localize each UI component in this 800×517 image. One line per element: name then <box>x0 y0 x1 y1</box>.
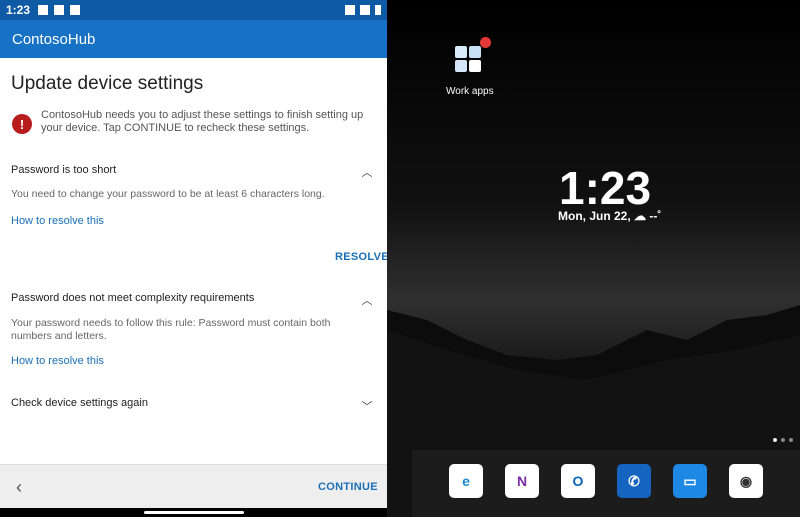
how-to-resolve-link-2[interactable]: How to resolve this <box>11 355 104 367</box>
resolve-button[interactable]: RESOLVE <box>335 251 387 263</box>
section-title-password-complexity[interactable]: Password does not meet complexity requir… <box>11 292 254 304</box>
page-title: Update device settings <box>11 73 204 94</box>
app-dock: e N O ✆ ▭ ◉ <box>412 450 800 517</box>
battery-icon <box>375 5 381 15</box>
camera-icon[interactable]: ◉ <box>729 464 763 498</box>
how-to-resolve-link-1[interactable]: How to resolve this <box>11 215 104 227</box>
bottom-bar: ‹ CONTINUE <box>0 464 387 509</box>
date-text: Mon, Jun 22, <box>558 209 631 223</box>
chevron-up-icon[interactable]: ︿ <box>361 166 373 179</box>
message-notification-icon <box>54 5 65 15</box>
onenote-icon[interactable]: N <box>505 464 539 498</box>
clock-widget[interactable]: 1:23 <box>559 161 651 215</box>
alert-message: ! ContosoHub needs you to adjust these s… <box>12 109 372 135</box>
chevron-up-icon[interactable]: ︿ <box>361 294 373 307</box>
app-notification-icon <box>70 5 81 15</box>
app-icon <box>455 60 467 72</box>
back-arrow-icon[interactable]: ‹ <box>16 477 22 498</box>
alert-text: ContosoHub needs you to adjust these set… <box>41 109 364 134</box>
messages-icon[interactable]: ▭ <box>673 464 707 498</box>
image-notification-icon <box>38 5 49 15</box>
wifi-icon <box>360 5 370 15</box>
phone-icon[interactable]: ✆ <box>617 464 651 498</box>
outlook-icon[interactable]: O <box>561 464 595 498</box>
app-title: ContosoHub <box>12 30 96 48</box>
chevron-down-icon[interactable]: ﹀ <box>361 400 373 413</box>
app-bar: ContosoHub <box>0 20 387 58</box>
home-screen: Work apps 1:23 Mon, Jun 22, ☁ --˚ e N O … <box>387 0 800 517</box>
weather-text: ☁ --˚ <box>634 209 662 223</box>
app-icon <box>469 46 481 58</box>
status-time: 1:23 <box>6 3 31 17</box>
section-title-password-short[interactable]: Password is too short <box>11 164 116 176</box>
page-dot <box>781 438 785 442</box>
work-apps-folder[interactable] <box>453 37 491 74</box>
edge-icon[interactable]: e <box>449 464 483 498</box>
page-dot <box>789 438 793 442</box>
page-indicator <box>773 438 793 442</box>
contosohub-app-pane: 1:23 ContosoHub Update device settings !… <box>0 0 387 517</box>
work-profile-icon <box>345 5 355 15</box>
continue-button[interactable]: CONTINUE <box>318 481 378 493</box>
work-apps-label: Work apps <box>446 86 494 97</box>
error-icon: ! <box>12 114 32 134</box>
status-bar: 1:23 <box>0 0 387 20</box>
section-title-check-settings[interactable]: Check device settings again <box>11 397 148 409</box>
page-dot <box>773 438 777 442</box>
section-body-password-complexity: Your password needs to follow this rule:… <box>11 317 331 342</box>
gesture-handle[interactable] <box>144 511 244 514</box>
play-store-icon <box>455 46 467 58</box>
app-icon <box>469 60 481 72</box>
date-widget[interactable]: Mon, Jun 22, ☁ --˚ <box>558 209 661 223</box>
notification-badge <box>480 37 491 48</box>
section-body-password-short: You need to change your password to be a… <box>11 188 325 200</box>
